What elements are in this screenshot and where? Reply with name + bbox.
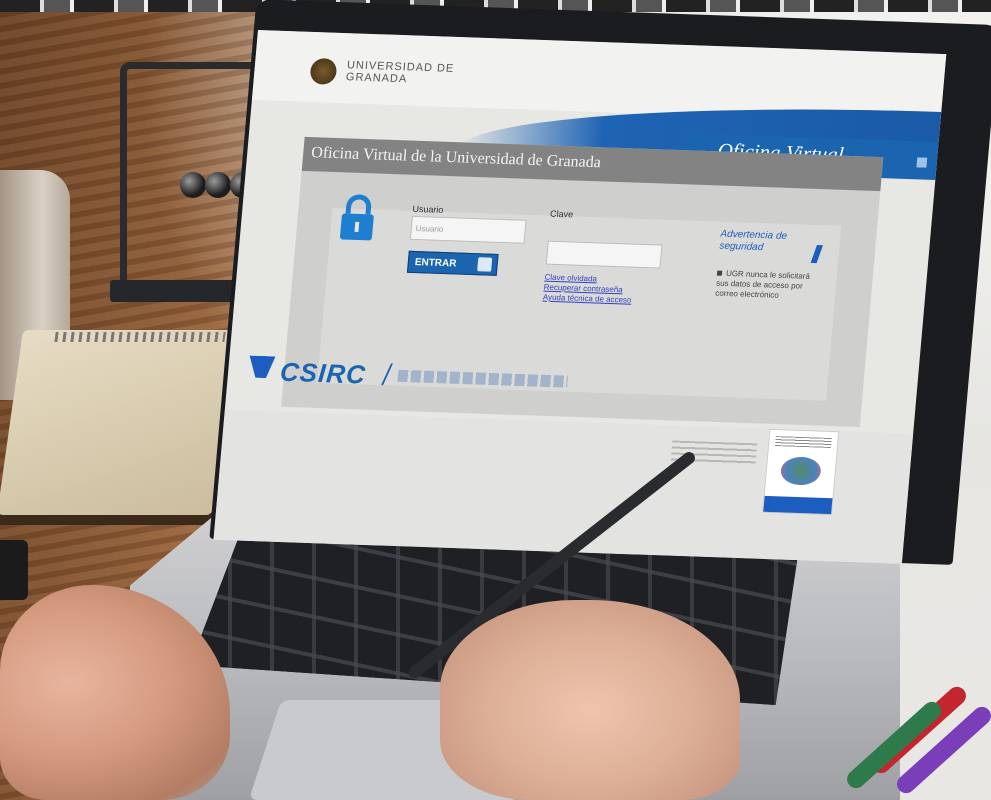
photo-scene: UNIVERSIDAD DE GRANADA Oficina Virtual O… bbox=[0, 0, 991, 800]
seal-caption bbox=[775, 436, 832, 449]
seal-emblem-icon bbox=[779, 456, 823, 486]
csirc-brand: CSIRC bbox=[278, 356, 368, 390]
security-text: UGR nunca le solicitará sus datos de acc… bbox=[714, 268, 811, 300]
arrow-right-icon bbox=[477, 257, 493, 272]
markers bbox=[840, 683, 991, 800]
laptop-screen: UNIVERSIDAD DE GRANADA Oficina Virtual O… bbox=[213, 30, 947, 564]
security-notice: UGR nunca le solicitará sus datos de acc… bbox=[715, 269, 812, 302]
lock-icon bbox=[336, 193, 380, 242]
newtons-cradle-ball bbox=[205, 172, 231, 198]
phone bbox=[0, 540, 28, 600]
right-hand bbox=[440, 600, 740, 800]
password-label: Clave bbox=[549, 208, 574, 220]
university-name: UNIVERSIDAD DE GRANADA bbox=[345, 59, 455, 86]
security-title: Advertencia de seguridad bbox=[718, 228, 788, 254]
user-label: Usuario bbox=[412, 203, 444, 215]
enter-button[interactable]: ENTRAR bbox=[406, 250, 499, 276]
enter-button-label: ENTRAR bbox=[414, 257, 457, 270]
csirc-logo-icon bbox=[248, 356, 276, 379]
user-input[interactable]: Usuario bbox=[409, 215, 527, 244]
green-marker bbox=[843, 698, 945, 792]
help-links: Clave olvidada Recuperar contraseña Ayud… bbox=[542, 273, 684, 308]
banner-flag-icon bbox=[916, 157, 928, 168]
newtons-cradle-ball bbox=[180, 172, 206, 198]
notebook bbox=[0, 330, 239, 515]
seal-bar bbox=[763, 495, 833, 515]
notebook-spiral bbox=[54, 332, 226, 342]
bullet-icon bbox=[716, 270, 723, 276]
certification-seal[interactable] bbox=[762, 428, 840, 516]
password-input[interactable] bbox=[545, 240, 663, 269]
